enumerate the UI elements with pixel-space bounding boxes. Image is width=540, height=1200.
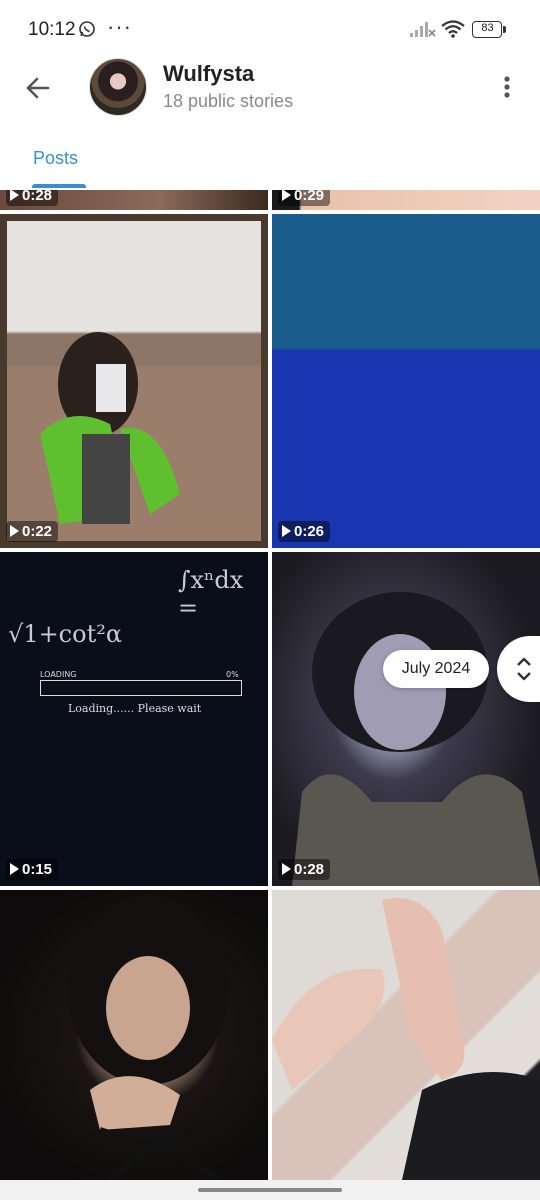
scroll-arrows-icon (517, 657, 531, 681)
system-nav-bar (0, 1180, 540, 1200)
tab-bar: Posts (0, 138, 540, 190)
play-icon (10, 190, 19, 202)
story-tile[interactable] (272, 890, 540, 1180)
more-vertical-icon[interactable] (494, 72, 520, 102)
loading-label: LOADING (40, 670, 77, 679)
selfie-thumbnail-image (0, 214, 268, 548)
battery-level: 83 (481, 22, 494, 34)
signal-icon (410, 22, 436, 37)
status-time: 10:12 (28, 19, 76, 40)
home-gesture-bar[interactable] (198, 1188, 342, 1192)
video-duration: 0:26 (278, 521, 331, 542)
video-duration: 0:29 (278, 190, 331, 206)
portrait-thumbnail-image (292, 592, 540, 886)
loading-bar (40, 680, 242, 696)
status-more-icon: ··· (107, 14, 132, 39)
story-tile[interactable]: 0:28 (272, 552, 540, 886)
status-bar: 10:12 ··· 83 (0, 0, 540, 58)
play-icon (10, 525, 19, 538)
chalk-formula: √1+cot²α (8, 620, 123, 648)
video-duration: 0:15 (6, 859, 59, 880)
profile-subtitle: 18 public stories (163, 91, 294, 111)
video-duration: 0:28 (6, 190, 59, 206)
story-tile[interactable]: 0:26 (272, 214, 540, 548)
video-duration: 0:22 (6, 521, 59, 542)
loading-text: Loading...... Please wait (68, 702, 202, 715)
play-icon (282, 525, 291, 538)
play-icon (282, 190, 291, 202)
whatsapp-icon (79, 21, 95, 37)
avatar[interactable] (89, 58, 147, 116)
profile-title: Wulfysta (163, 61, 255, 86)
loading-percent: 0% (226, 670, 239, 679)
feet-thumbnail-image (272, 898, 540, 1180)
video-duration: 0:28 (278, 859, 331, 880)
battery-icon: 83 (472, 21, 506, 38)
story-tile[interactable]: 0:29 (272, 190, 540, 210)
story-tile[interactable] (0, 890, 268, 1180)
tab-indicator (32, 184, 86, 188)
story-tile[interactable]: 0:28 (0, 190, 268, 210)
play-icon (10, 863, 19, 876)
back-arrow-icon[interactable] (20, 70, 56, 106)
profile-header: Wulfysta 18 public stories (0, 58, 540, 138)
chalk-formula: ∫xⁿdx = (178, 566, 244, 622)
tab-posts[interactable]: Posts (33, 148, 78, 169)
date-chip: July 2024 (383, 650, 489, 688)
wifi-icon (441, 20, 465, 38)
play-icon (282, 863, 291, 876)
story-tile[interactable]: ∫xⁿdx = √1+cot²α LOADING 0% Loading.....… (0, 552, 268, 886)
story-tile[interactable]: 0:22 (0, 214, 268, 548)
portrait-thumbnail-image (68, 895, 228, 1180)
